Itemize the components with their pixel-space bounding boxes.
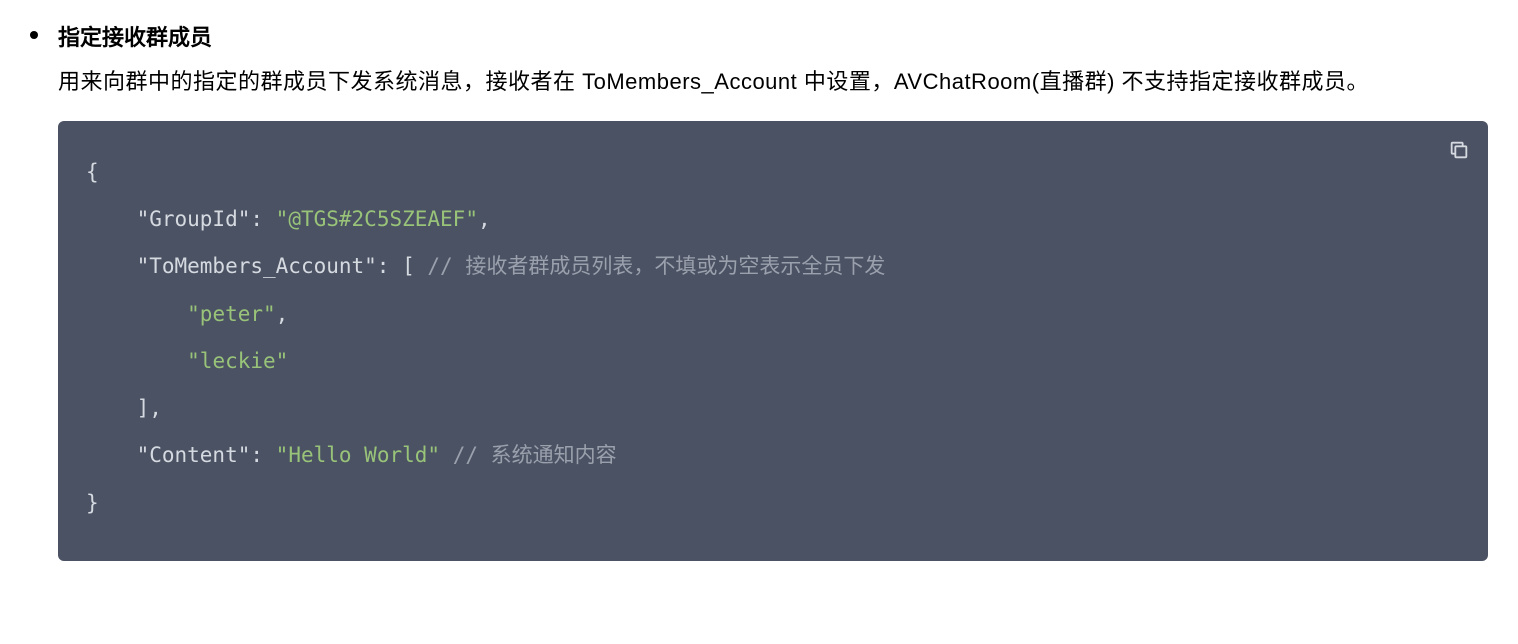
doc-list-item: 指定接收群成员 用来向群中的指定的群成员下发系统消息，接收者在 ToMember… [30,20,1488,561]
json-string: "@TGS#2C5SZEAEF" [276,207,478,231]
json-key: "GroupId" [137,207,251,231]
item-content: 指定接收群成员 用来向群中的指定的群成员下发系统消息，接收者在 ToMember… [58,20,1488,561]
json-key: "Content" [137,443,251,467]
json-key: "ToMembers_Account" [137,254,377,278]
bullet-icon [30,31,38,39]
json-string: "Hello World" [276,443,440,467]
copy-icon[interactable] [1448,139,1470,161]
brace-open: { [86,160,99,184]
section-heading: 指定接收群成员 [58,20,1488,55]
code-comment: // 接收者群成员列表，不填或为空表示全员下发 [427,254,885,278]
json-string: "leckie" [187,349,288,373]
code-comment: // 系统通知内容 [453,443,617,467]
code-content: { "GroupId": "@TGS#2C5SZEAEF", "ToMember… [86,149,1460,527]
section-description: 用来向群中的指定的群成员下发系统消息，接收者在 ToMembers_Accoun… [58,61,1488,103]
json-string: "peter" [187,302,276,326]
brace-close: } [86,491,99,515]
code-block: { "GroupId": "@TGS#2C5SZEAEF", "ToMember… [58,121,1488,561]
